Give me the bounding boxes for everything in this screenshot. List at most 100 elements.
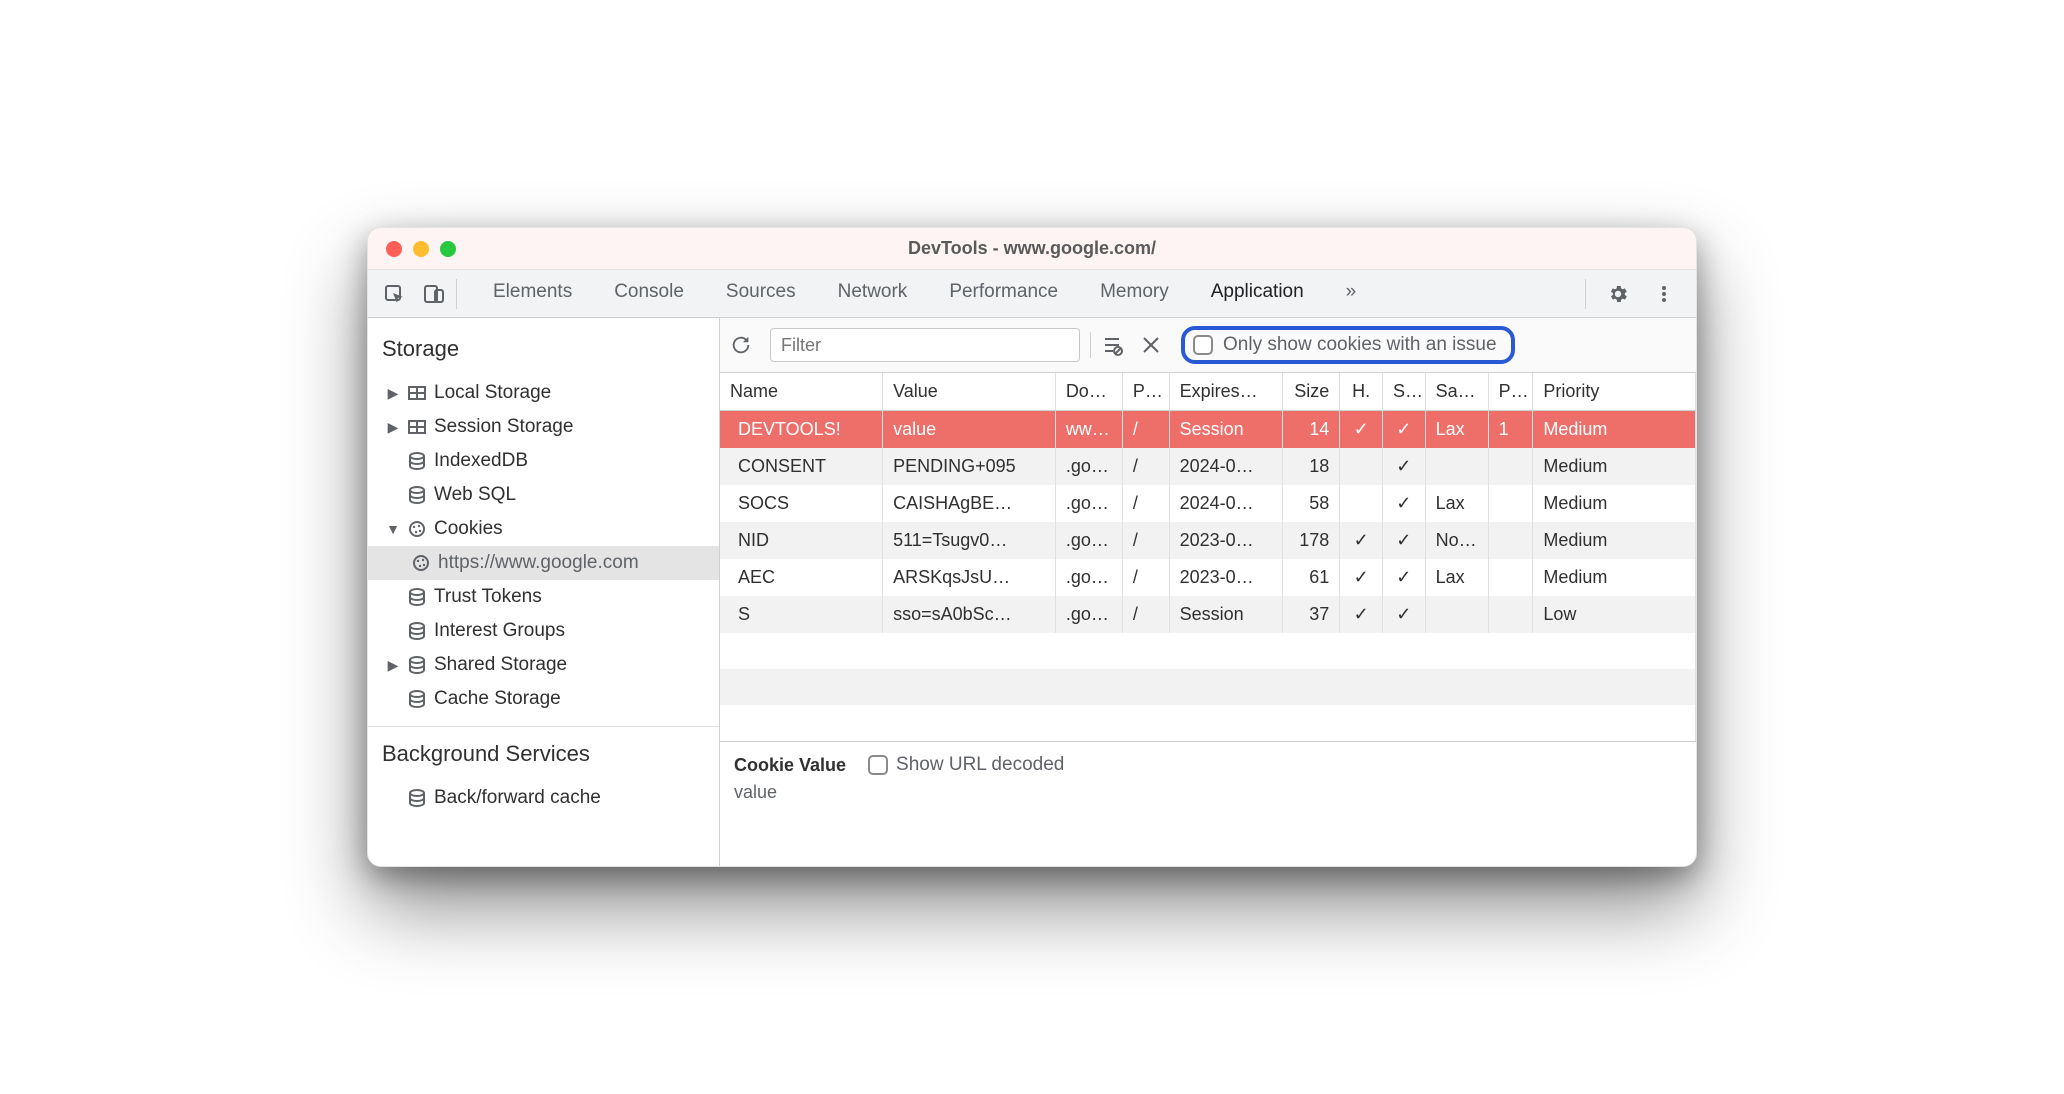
cell-priority[interactable]: Medium: [1533, 559, 1696, 596]
cell-value[interactable]: PENDING+095: [883, 448, 1056, 485]
cell-samesite[interactable]: [1425, 596, 1488, 633]
col-expires[interactable]: Expires…: [1169, 373, 1283, 411]
cell-samesite[interactable]: [1425, 448, 1488, 485]
sidebar-item-local-storage[interactable]: ▶ Local Storage: [368, 376, 719, 410]
cell-secure[interactable]: ✓: [1382, 411, 1425, 449]
cell-priority[interactable]: Medium: [1533, 485, 1696, 522]
settings-gear-icon[interactable]: [1598, 274, 1638, 314]
device-toolbar-icon[interactable]: [414, 274, 454, 314]
cell-priority[interactable]: Medium: [1533, 448, 1696, 485]
cell-name[interactable]: AEC: [720, 559, 883, 596]
sidebar-item-trust-tokens[interactable]: Trust Tokens: [368, 580, 719, 614]
cell-samesite[interactable]: Lax: [1425, 485, 1488, 522]
cell-samesite[interactable]: Lax: [1425, 411, 1488, 449]
cell-size[interactable]: 58: [1283, 485, 1340, 522]
cell-expires[interactable]: 2024-0…: [1169, 485, 1283, 522]
cell-expires[interactable]: Session: [1169, 596, 1283, 633]
cell-pk[interactable]: [1488, 522, 1533, 559]
cell-httponly[interactable]: ✓: [1340, 596, 1383, 633]
col-httponly[interactable]: H.: [1340, 373, 1383, 411]
cell-samesite[interactable]: No…: [1425, 522, 1488, 559]
tab-sources[interactable]: Sources: [714, 271, 808, 316]
cell-httponly[interactable]: ✓: [1340, 411, 1383, 449]
cell-secure[interactable]: ✓: [1382, 559, 1425, 596]
table-row[interactable]: SOCSCAISHAgBE….go…/2024-0…58✓LaxMedium: [720, 485, 1696, 522]
cell-value[interactable]: ARSKqsJsU…: [883, 559, 1056, 596]
col-size[interactable]: Size: [1283, 373, 1340, 411]
sidebar-item-cookies[interactable]: ▼ Cookies: [368, 512, 719, 546]
cell-httponly[interactable]: [1340, 485, 1383, 522]
show-url-decoded-label[interactable]: Show URL decoded: [896, 754, 1064, 776]
cell-path[interactable]: /: [1122, 448, 1169, 485]
cell-secure[interactable]: ✓: [1382, 522, 1425, 559]
cell-pk[interactable]: [1488, 485, 1533, 522]
cell-priority[interactable]: Low: [1533, 596, 1696, 633]
cell-expires[interactable]: Session: [1169, 411, 1283, 449]
tab-elements[interactable]: Elements: [481, 271, 584, 316]
cell-pk[interactable]: [1488, 448, 1533, 485]
cell-path[interactable]: /: [1122, 485, 1169, 522]
cell-pk[interactable]: 1: [1488, 411, 1533, 449]
filter-input[interactable]: [770, 328, 1080, 362]
col-domain[interactable]: Do…: [1055, 373, 1122, 411]
tab-console[interactable]: Console: [602, 271, 696, 316]
cell-value[interactable]: sso=sA0bSc…: [883, 596, 1056, 633]
inspect-element-icon[interactable]: [374, 274, 414, 314]
cell-expires[interactable]: 2024-0…: [1169, 448, 1283, 485]
cell-domain[interactable]: ww…: [1055, 411, 1122, 449]
cell-expires[interactable]: 2023-0…: [1169, 559, 1283, 596]
cell-secure[interactable]: ✓: [1382, 448, 1425, 485]
cell-path[interactable]: /: [1122, 411, 1169, 449]
cell-size[interactable]: 37: [1283, 596, 1340, 633]
cell-domain[interactable]: .go…: [1055, 596, 1122, 633]
cell-name[interactable]: CONSENT: [720, 448, 883, 485]
cell-value[interactable]: CAISHAgBE…: [883, 485, 1056, 522]
sidebar-item-interest-groups[interactable]: Interest Groups: [368, 614, 719, 648]
sidebar-item-cache-storage[interactable]: Cache Storage: [368, 682, 719, 716]
cell-name[interactable]: S: [720, 596, 883, 633]
show-url-decoded-checkbox[interactable]: [868, 755, 888, 775]
col-partitionkey[interactable]: P…: [1488, 373, 1533, 411]
cell-samesite[interactable]: Lax: [1425, 559, 1488, 596]
col-path[interactable]: P…: [1122, 373, 1169, 411]
clear-all-icon[interactable]: [1101, 334, 1131, 356]
tab-memory[interactable]: Memory: [1088, 271, 1181, 316]
cell-path[interactable]: /: [1122, 559, 1169, 596]
tab-application[interactable]: Application: [1199, 271, 1316, 316]
kebab-menu-icon[interactable]: [1644, 274, 1684, 314]
sidebar-item-web-sql[interactable]: Web SQL: [368, 478, 719, 512]
cell-name[interactable]: DEVTOOLS!: [720, 411, 883, 449]
cell-domain[interactable]: .go…: [1055, 559, 1122, 596]
cell-domain[interactable]: .go…: [1055, 485, 1122, 522]
tab-performance[interactable]: Performance: [937, 271, 1070, 316]
tab-network[interactable]: Network: [826, 271, 920, 316]
cell-size[interactable]: 61: [1283, 559, 1340, 596]
cell-size[interactable]: 178: [1283, 522, 1340, 559]
cell-secure[interactable]: ✓: [1382, 596, 1425, 633]
cell-size[interactable]: 18: [1283, 448, 1340, 485]
cell-path[interactable]: /: [1122, 596, 1169, 633]
cell-value[interactable]: value: [883, 411, 1056, 449]
sidebar-item-shared-storage[interactable]: ▶ Shared Storage: [368, 648, 719, 682]
col-value[interactable]: Value: [883, 373, 1056, 411]
tab-more[interactable]: »: [1334, 271, 1369, 316]
sidebar-item-cookie-origin[interactable]: https://www.google.com: [368, 546, 719, 580]
cell-domain[interactable]: .go…: [1055, 448, 1122, 485]
cell-size[interactable]: 14: [1283, 411, 1340, 449]
cell-httponly[interactable]: [1340, 448, 1383, 485]
only-issues-checkbox[interactable]: [1193, 335, 1213, 355]
cell-httponly[interactable]: ✓: [1340, 559, 1383, 596]
col-name[interactable]: Name: [720, 373, 883, 411]
col-samesite[interactable]: Sa…: [1425, 373, 1488, 411]
cell-domain[interactable]: .go…: [1055, 522, 1122, 559]
table-row[interactable]: DEVTOOLS!valueww…/Session14✓✓Lax1Medium: [720, 411, 1696, 449]
refresh-icon[interactable]: [730, 334, 760, 356]
table-row[interactable]: CONSENTPENDING+095.go…/2024-0…18 ✓ Medium: [720, 448, 1696, 485]
table-header-row[interactable]: Name Value Do… P… Expires… Size H. S… Sa…: [720, 373, 1696, 411]
col-priority[interactable]: Priority: [1533, 373, 1696, 411]
only-issues-label[interactable]: Only show cookies with an issue: [1223, 334, 1497, 356]
cell-pk[interactable]: [1488, 559, 1533, 596]
cell-httponly[interactable]: ✓: [1340, 522, 1383, 559]
cell-name[interactable]: NID: [720, 522, 883, 559]
sidebar-item-bf-cache[interactable]: Back/forward cache: [368, 781, 719, 815]
